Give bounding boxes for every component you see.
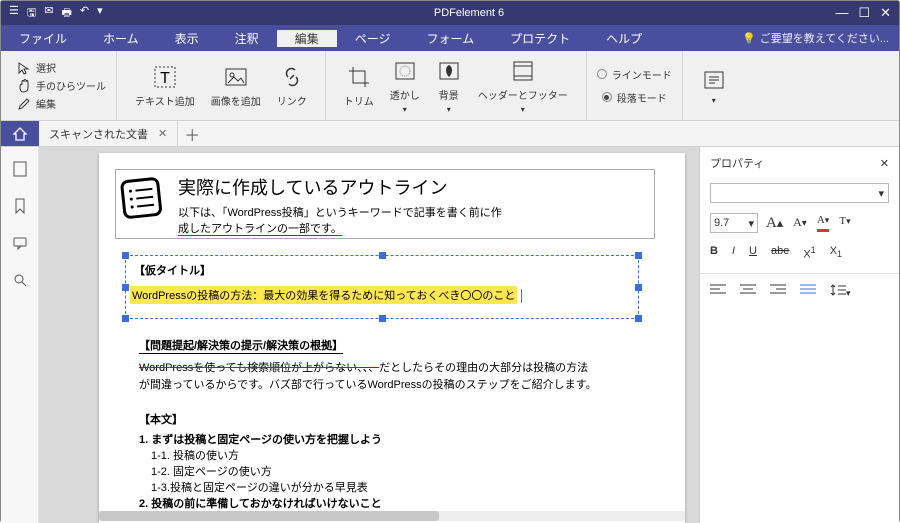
search-icon[interactable] [12, 272, 28, 293]
grow-font-icon[interactable]: A▴ [766, 215, 783, 232]
line-mode-radio[interactable]: ラインモード [597, 67, 672, 82]
document-canvas[interactable]: 実際に作成しているアウトライン 以下は、「WordPress投稿」というキーワー… [39, 147, 699, 523]
section-subtext: 以下は、「WordPress投稿」というキーワードで記事を書く前に作 成したアウ… [178, 204, 646, 236]
comments-icon[interactable] [12, 235, 28, 256]
italic-button[interactable]: I [732, 245, 735, 261]
paragraph-mode-radio[interactable]: 段落モード [602, 90, 667, 105]
properties-panel: プロパティ ✕ ▾ 9.7▾ A▴ A▾ A▾ T▾ B I U abe X1 … [699, 147, 899, 523]
menu-page[interactable]: ページ [337, 30, 409, 47]
select-tool[interactable]: 選択 [17, 60, 106, 75]
app-title: PDFelement 6 [111, 7, 828, 19]
link-button[interactable]: リンク [269, 62, 315, 110]
text-cursor [521, 289, 522, 303]
horizontal-scrollbar[interactable] [99, 511, 685, 521]
align-center-icon[interactable] [740, 284, 756, 299]
menu-edit[interactable]: 編集 [277, 30, 337, 47]
menubar: ファイル ホーム 表示 注釈 編集 ページ フォーム プロテクト ヘルプ 💡 ご… [1, 25, 899, 51]
sidebar [1, 147, 39, 523]
ocr-button[interactable]: ▾ [693, 65, 735, 107]
undo-icon[interactable]: ↶ [80, 4, 89, 23]
problem-block: 【問題提起/解決策の提示/解決策の根拠】 WordPressを使っても検索順位が… [139, 337, 639, 393]
menu-help[interactable]: ヘルプ [588, 30, 660, 47]
font-size-select[interactable]: 9.7▾ [710, 213, 758, 233]
align-justify-icon[interactable] [800, 284, 816, 299]
menu-view[interactable]: 表示 [157, 30, 217, 47]
add-image-button[interactable]: 画像を追加 [203, 62, 269, 110]
menu-annotate[interactable]: 注釈 [217, 30, 277, 47]
selection-label: 【仮タイトル】 [130, 262, 634, 278]
add-text-button[interactable]: T テキスト追加 [127, 62, 203, 110]
outline-list-icon [115, 172, 169, 239]
close-icon[interactable]: ✕ [880, 5, 891, 21]
highlighted-text[interactable]: WordPressの投稿の方法：最大の効果を得るために知っておくべき〇〇のこと [130, 286, 517, 304]
tab-add[interactable]: ＋ [178, 121, 206, 146]
menu-file[interactable]: ファイル [1, 30, 85, 47]
underline-button[interactable]: U [749, 245, 757, 261]
save-icon[interactable]: 🖫 [27, 4, 36, 23]
menu-home[interactable]: ホーム [85, 30, 157, 47]
thumbnails-icon[interactable] [12, 161, 28, 182]
pdf-page: 実際に作成しているアウトライン 以下は、「WordPress投稿」というキーワー… [99, 153, 685, 523]
menu-icon[interactable]: ☰ [9, 4, 19, 23]
tell-me-search[interactable]: 💡 ご要望を教えてください... [732, 30, 899, 46]
font-family-select[interactable]: ▾ [710, 183, 889, 203]
mail-icon[interactable]: ✉ [44, 4, 53, 23]
print-icon[interactable]: 🖶 [61, 4, 71, 23]
tab-document[interactable]: スキャンされた文書 ✕ [39, 121, 178, 146]
font-color-icon[interactable]: A▾ [817, 215, 830, 232]
text-selection-box[interactable]: 【仮タイトル】 WordPressの投稿の方法：最大の効果を得るために知っておく… [125, 255, 639, 319]
header-footer-button[interactable]: ヘッダーとフッター▾ [470, 56, 576, 116]
align-right-icon[interactable] [770, 284, 786, 299]
window-titlebar: ☰ 🖫 ✉ 🖶 ↶ ▾ PDFelement 6 — ☐ ✕ [1, 1, 899, 25]
properties-close-icon[interactable]: ✕ [880, 157, 889, 170]
tabstrip: スキャンされた文書 ✕ ＋ [1, 121, 899, 147]
menu-protect[interactable]: プロテクト [492, 30, 588, 47]
bold-button[interactable]: B [710, 245, 718, 261]
properties-title: プロパティ [710, 155, 764, 171]
body-block: 【本文】 1. まずは投稿と固定ページの使い方を把握しよう 1-1. 投稿の使い… [139, 411, 639, 511]
hand-tool[interactable]: 手のひらツール [17, 78, 106, 93]
superscript-button[interactable]: X1 [803, 245, 815, 261]
dropdown-icon[interactable]: ▾ [97, 4, 103, 23]
line-spacing-icon[interactable]: ▾ [830, 284, 851, 299]
trim-button[interactable]: トリム [336, 62, 382, 110]
edit-tool[interactable]: 編集 [17, 96, 106, 111]
ribbon: 選択 手のひらツール 編集 T テキスト追加 画像を追加 リンク [1, 51, 899, 121]
shrink-font-icon[interactable]: A▾ [793, 215, 807, 232]
section-heading: 実際に作成しているアウトライン [178, 174, 646, 200]
strikethrough-button[interactable]: abe [771, 245, 789, 261]
text-effects-icon[interactable]: T▾ [839, 215, 850, 232]
subscript-button[interactable]: X1 [830, 245, 842, 261]
menu-form[interactable]: フォーム [408, 30, 492, 47]
svg-text:T: T [160, 70, 170, 87]
watermark-button[interactable]: 透かし▾ [382, 56, 428, 116]
maximize-icon[interactable]: ☐ [858, 5, 870, 21]
minimize-icon[interactable]: — [835, 5, 848, 21]
background-button[interactable]: 背景▾ [428, 56, 470, 116]
tab-home[interactable] [1, 121, 39, 146]
align-left-icon[interactable] [710, 284, 726, 299]
tab-close-icon[interactable]: ✕ [158, 127, 167, 140]
bookmarks-icon[interactable] [12, 198, 28, 219]
lightbulb-icon: 💡 [742, 32, 756, 45]
